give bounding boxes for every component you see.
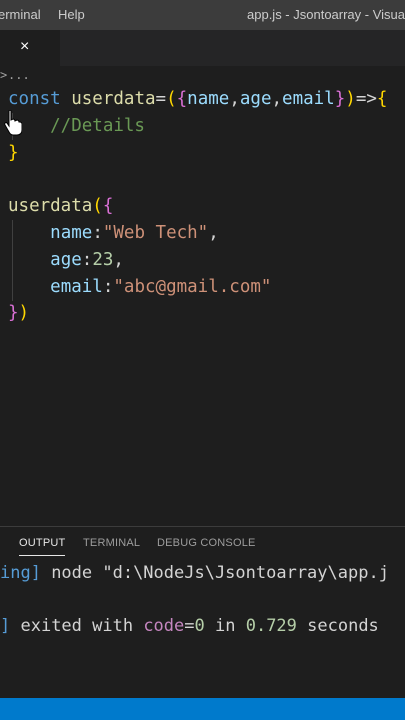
output-text: in: [204, 616, 246, 636]
status-bar: [0, 698, 405, 720]
code-line-1: const userdata=({name,age,email})=>{: [8, 89, 388, 109]
output-code-key: code: [143, 616, 185, 636]
window-title: app.js - Jsontoarray - Visua: [247, 7, 405, 22]
code-editor[interactable]: const userdata=({name,age,email})=>{ //D…: [0, 86, 405, 526]
breadcrumb: > ...: [0, 66, 405, 86]
code-line-7: age:23,: [50, 249, 124, 270]
output-prefix: ing]: [0, 563, 41, 583]
editor-tab-app-js[interactable]: ×: [0, 30, 60, 66]
code-content[interactable]: const userdata=({name,age,email})=>{ //D…: [8, 86, 387, 327]
mouse-pointer-icon: [4, 110, 22, 136]
code-line-3: }: [8, 142, 19, 163]
output-seconds: 0.729: [245, 616, 297, 636]
output-text: node "d:\NodeJs\Jsontoarray\app.j: [40, 563, 389, 583]
code-line-2: //Details: [8, 115, 145, 136]
tab-debug-console[interactable]: DEBUG CONSOLE: [157, 537, 256, 549]
output-equals: =: [184, 616, 195, 636]
menu-item-terminal[interactable]: erminal: [0, 7, 41, 22]
output-line-2: ] exited with code=0 in 0.729 seconds: [0, 616, 379, 636]
bottom-panel: OUTPUT TERMINAL DEBUG CONSOLE ing] node …: [0, 526, 405, 699]
tab-output[interactable]: OUTPUT: [19, 537, 66, 556]
output-prefix: ]: [0, 616, 11, 636]
code-line-9: }): [8, 303, 30, 324]
code-line-5: userdata({: [8, 196, 114, 217]
close-icon[interactable]: ×: [20, 38, 29, 56]
output-text: exited with: [10, 616, 144, 636]
tab-terminal[interactable]: TERMINAL: [83, 537, 140, 549]
chevron-right-icon: >: [0, 68, 8, 82]
menu-item-help[interactable]: Help: [58, 7, 85, 22]
title-bar: erminal Help app.js - Jsontoarray - Visu…: [0, 0, 405, 30]
breadcrumb-ellipsis[interactable]: ...: [8, 68, 30, 82]
code-line-6: name:"Web Tech",: [50, 222, 219, 243]
editor-tab-bar: ×: [0, 30, 405, 66]
output-text: seconds: [296, 616, 379, 636]
code-line-8: email:"abc@gmail.com": [50, 276, 272, 297]
output-line-1: ing] node "d:\NodeJs\Jsontoarray\app.j: [0, 563, 389, 583]
output-exit-code: 0: [194, 616, 205, 636]
